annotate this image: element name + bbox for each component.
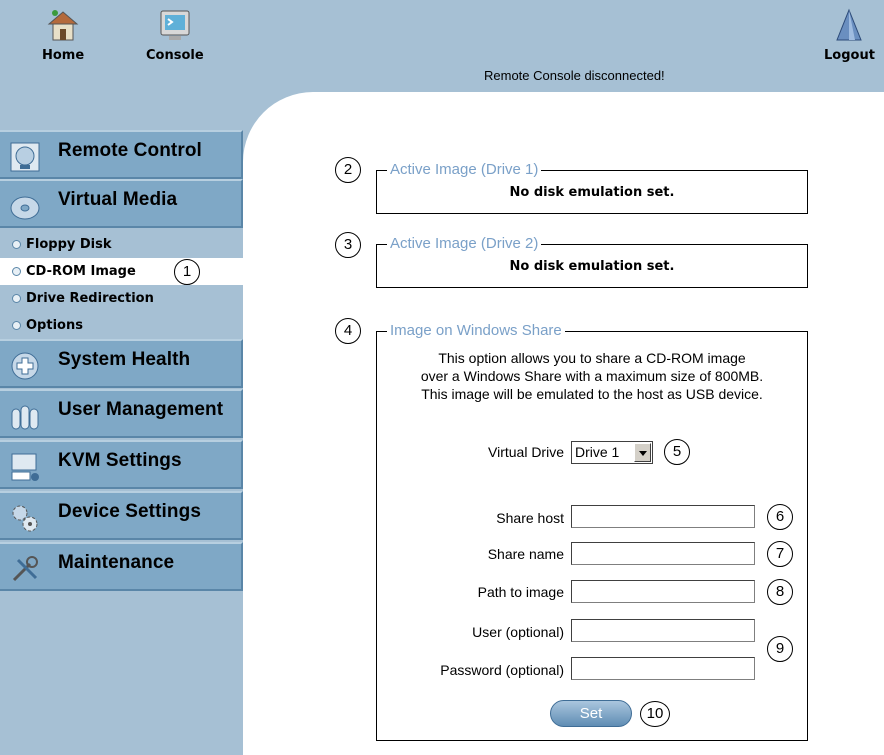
drive2-title: Active Image (Drive 2): [387, 235, 542, 252]
gears-icon: [12, 505, 38, 532]
nav-label: KVM Settings: [58, 450, 182, 471]
callout-6: 6: [767, 504, 793, 530]
nav-label: Virtual Media: [58, 189, 178, 210]
nav-label: System Health: [58, 349, 191, 370]
nav-system-health[interactable]: System Health: [0, 339, 243, 388]
set-button[interactable]: Set: [550, 700, 632, 727]
console-button[interactable]: Console: [146, 8, 204, 63]
monitor-icon: [10, 142, 40, 172]
nav-user-management[interactable]: User Management: [0, 389, 243, 438]
callout-1: 1: [174, 259, 200, 285]
bullet-icon: [12, 240, 21, 249]
bullet-icon: [12, 321, 21, 330]
subnav-label: CD-ROM Image: [26, 264, 136, 279]
active-image-drive2-box: Active Image (Drive 2) No disk emulation…: [376, 235, 808, 288]
drive1-title: Active Image (Drive 1): [387, 161, 542, 178]
user-label: User (optional): [472, 624, 564, 640]
virtual-drive-select[interactable]: Drive 1: [571, 441, 653, 464]
nav-maintenance[interactable]: Maintenance: [0, 542, 243, 591]
console-icon: [160, 10, 190, 40]
callout-2: 2: [335, 157, 361, 183]
chevron-down-icon[interactable]: [634, 443, 651, 462]
subnav-label: Floppy Disk: [26, 237, 112, 252]
callout-3: 3: [335, 232, 361, 258]
virtual-drive-label: Virtual Drive: [488, 444, 564, 460]
callout-8: 8: [767, 579, 793, 605]
home-icon: [47, 10, 79, 41]
nav-label: User Management: [58, 399, 224, 420]
home-label: Home: [42, 48, 85, 63]
health-icon: [11, 352, 39, 380]
users-icon: [11, 405, 39, 430]
subnav-drive-redirection[interactable]: Drive Redirection: [0, 285, 243, 312]
subnav-options[interactable]: Options: [0, 312, 243, 339]
logout-icon: [836, 8, 863, 41]
drive2-status: No disk emulation set.: [509, 259, 675, 274]
share-name-label: Share name: [487, 546, 564, 562]
password-input[interactable]: [571, 657, 755, 680]
nav-label: Remote Control: [58, 140, 202, 161]
subnav-label: Drive Redirection: [26, 291, 154, 306]
disc-icon: [10, 196, 40, 220]
desc-line-3: This image will be emulated to the host …: [421, 386, 763, 402]
path-input[interactable]: [571, 580, 755, 603]
logout-button[interactable]: Logout: [824, 8, 875, 63]
nav-remote-control[interactable]: Remote Control: [0, 130, 243, 179]
tools-icon: [12, 556, 38, 582]
home-button[interactable]: Home: [42, 8, 84, 63]
console-status: Remote Console disconnected!: [484, 68, 665, 83]
nav-virtual-media[interactable]: Virtual Media: [0, 179, 243, 228]
callout-4: 4: [335, 318, 361, 344]
top-bar: Home Console Remote Console disconnected…: [0, 0, 884, 92]
subnav-cd-rom-image[interactable]: CD-ROM Image: [0, 258, 243, 285]
share-host-label: Share host: [496, 510, 564, 526]
active-image-drive1-box: Active Image (Drive 1) No disk emulation…: [376, 161, 808, 214]
keyboard-monitor-icon: [11, 453, 39, 481]
share-name-input[interactable]: [571, 542, 755, 565]
nav-label: Device Settings: [58, 501, 201, 522]
user-input[interactable]: [571, 619, 755, 642]
callout-7: 7: [767, 541, 793, 567]
desc-line-2: over a Windows Share with a maximum size…: [420, 368, 764, 384]
nav-device-settings[interactable]: Device Settings: [0, 491, 243, 540]
callout-9: 9: [767, 636, 793, 662]
desc-line-1: This option allows you to share a CD-ROM…: [438, 350, 746, 366]
path-label: Path to image: [477, 584, 564, 600]
drive1-status: No disk emulation set.: [509, 185, 675, 200]
password-label: Password (optional): [440, 662, 564, 678]
callout-5: 5: [664, 439, 690, 465]
nav-label: Maintenance: [58, 552, 175, 573]
logout-label: Logout: [824, 48, 875, 63]
bullet-icon: [12, 294, 21, 303]
subnav-floppy-disk[interactable]: Floppy Disk: [0, 231, 243, 258]
nav-kvm-settings[interactable]: KVM Settings: [0, 440, 243, 489]
virtual-drive-value: Drive 1: [575, 444, 620, 460]
subnav-label: Options: [26, 318, 83, 333]
callout-10: 10: [640, 701, 670, 727]
share-description: This option allows you to share a CD-ROM…: [376, 349, 808, 403]
bullet-icon: [12, 267, 21, 276]
share-host-input[interactable]: [571, 505, 755, 528]
console-label: Console: [146, 48, 204, 63]
share-title: Image on Windows Share: [387, 322, 565, 339]
